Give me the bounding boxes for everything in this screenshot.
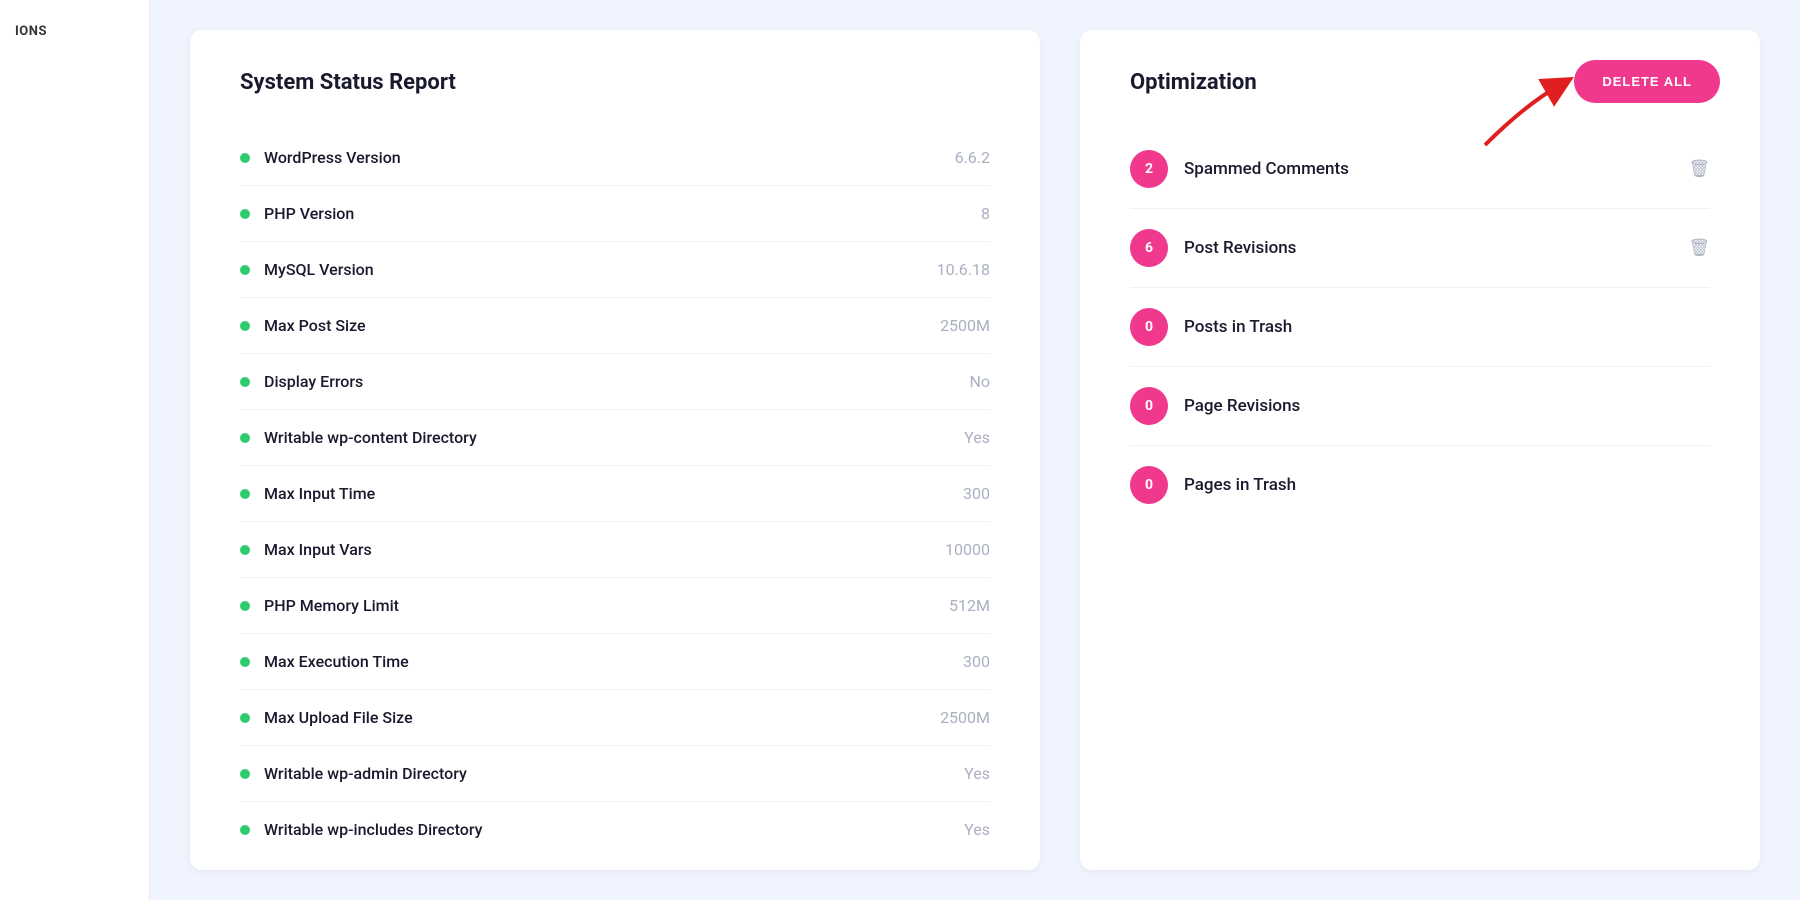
status-value: 512M <box>949 596 990 615</box>
status-dot <box>240 153 250 163</box>
opt-label: Post Revisions <box>1184 238 1672 258</box>
opt-item: 0 Page Revisions <box>1130 367 1710 446</box>
system-status-panel: System Status Report WordPress Version 6… <box>190 30 1040 870</box>
status-dot <box>240 433 250 443</box>
status-item-left: MySQL Version <box>240 260 374 279</box>
optimization-panel: Optimization DELETE ALL 2 Spammed Commen… <box>1080 30 1760 870</box>
status-label: WordPress Version <box>264 148 401 167</box>
status-label: Max Execution Time <box>264 652 409 671</box>
status-dot <box>240 489 250 499</box>
status-value: Yes <box>964 428 990 447</box>
status-dot <box>240 657 250 667</box>
status-item: Writable wp-includes Directory Yes <box>240 802 990 857</box>
status-item: Max Execution Time 300 <box>240 634 990 690</box>
opt-label: Pages in Trash <box>1184 475 1710 495</box>
status-item-left: PHP Version <box>240 204 354 223</box>
opt-label: Page Revisions <box>1184 396 1710 416</box>
trash-icon[interactable]: 🗑 <box>1688 159 1710 179</box>
status-item-left: Max Upload File Size <box>240 708 413 727</box>
trash-icon[interactable]: 🗑 <box>1688 238 1710 258</box>
status-item-left: Display Errors <box>240 372 363 391</box>
status-label: Writable wp-content Directory <box>264 428 477 447</box>
status-label: PHP Version <box>264 204 354 223</box>
opt-label: Posts in Trash <box>1184 317 1710 337</box>
status-item-left: Writable wp-includes Directory <box>240 820 482 839</box>
status-value: 2500M <box>940 316 990 335</box>
status-item-left: Writable wp-admin Directory <box>240 764 467 783</box>
opt-badge: 2 <box>1130 150 1168 188</box>
opt-badge: 0 <box>1130 387 1168 425</box>
status-label: Max Post Size <box>264 316 366 335</box>
system-status-title: System Status Report <box>240 70 990 95</box>
status-item-left: PHP Memory Limit <box>240 596 399 615</box>
status-label: Max Upload File Size <box>264 708 413 727</box>
opt-item: 0 Posts in Trash <box>1130 288 1710 367</box>
status-dot <box>240 265 250 275</box>
status-label: Display Errors <box>264 372 363 391</box>
status-item-left: WordPress Version <box>240 148 401 167</box>
sidebar: IONS <box>0 0 150 900</box>
opt-badge: 0 <box>1130 466 1168 504</box>
status-item: WordPress Version 6.6.2 <box>240 130 990 186</box>
status-item: PHP Version 8 <box>240 186 990 242</box>
status-value: No <box>969 372 990 391</box>
status-value: 6.6.2 <box>955 148 990 167</box>
status-value: 2500M <box>940 708 990 727</box>
status-item-left: Max Input Time <box>240 484 375 503</box>
status-item-left: Max Execution Time <box>240 652 409 671</box>
status-item: Max Input Vars 10000 <box>240 522 990 578</box>
status-label: Writable wp-includes Directory <box>264 820 482 839</box>
opt-badge: 6 <box>1130 229 1168 267</box>
opt-item: 6 Post Revisions 🗑 <box>1130 209 1710 288</box>
opt-label: Spammed Comments <box>1184 159 1672 179</box>
status-value: 10.6.18 <box>937 260 990 279</box>
status-item: Display Errors No <box>240 354 990 410</box>
status-item-left: Max Input Vars <box>240 540 372 559</box>
status-value: Yes <box>964 820 990 839</box>
status-dot <box>240 713 250 723</box>
status-item: Max Upload File Size 2500M <box>240 690 990 746</box>
status-dot <box>240 209 250 219</box>
optimization-list: 2 Spammed Comments 🗑 6 Post Revisions 🗑 … <box>1130 130 1710 524</box>
opt-badge: 0 <box>1130 308 1168 346</box>
status-item: Writable wp-admin Directory Yes <box>240 746 990 802</box>
status-item: Max Post Size 2500M <box>240 298 990 354</box>
status-dot <box>240 545 250 555</box>
status-item: Writable wp-content Directory Yes <box>240 410 990 466</box>
status-item-left: Max Post Size <box>240 316 366 335</box>
status-label: Max Input Vars <box>264 540 372 559</box>
status-list: WordPress Version 6.6.2 PHP Version 8 My… <box>240 130 990 857</box>
status-item: PHP Memory Limit 512M <box>240 578 990 634</box>
status-value: 300 <box>963 484 990 503</box>
status-dot <box>240 769 250 779</box>
status-value: 300 <box>963 652 990 671</box>
status-label: MySQL Version <box>264 260 374 279</box>
status-value: Yes <box>964 764 990 783</box>
opt-item: 0 Pages in Trash <box>1130 446 1710 524</box>
status-dot <box>240 601 250 611</box>
status-item: MySQL Version 10.6.18 <box>240 242 990 298</box>
delete-all-button[interactable]: DELETE ALL <box>1574 60 1720 103</box>
status-dot <box>240 377 250 387</box>
status-item: Max Input Time 300 <box>240 466 990 522</box>
status-label: Max Input Time <box>264 484 375 503</box>
sidebar-label: IONS <box>15 24 47 39</box>
status-item-left: Writable wp-content Directory <box>240 428 477 447</box>
status-label: Writable wp-admin Directory <box>264 764 467 783</box>
status-dot <box>240 321 250 331</box>
status-label: PHP Memory Limit <box>264 596 399 615</box>
status-value: 10000 <box>945 540 990 559</box>
opt-item: 2 Spammed Comments 🗑 <box>1130 130 1710 209</box>
status-dot <box>240 825 250 835</box>
main-content: System Status Report WordPress Version 6… <box>150 0 1800 900</box>
status-value: 8 <box>981 204 990 223</box>
